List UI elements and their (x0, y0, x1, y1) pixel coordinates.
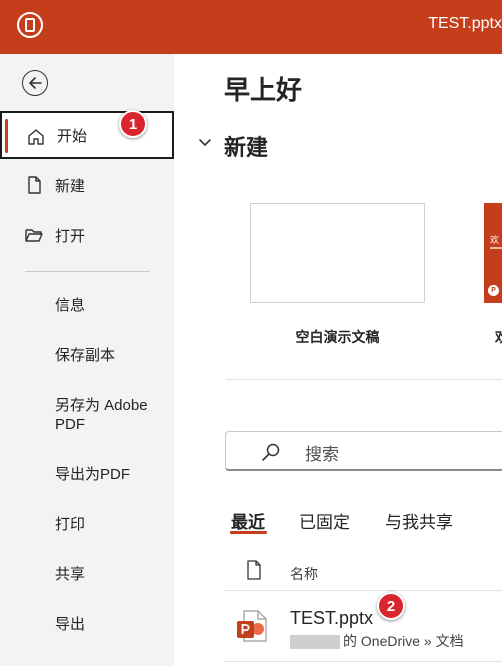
tab-active-indicator (230, 531, 267, 534)
file-type-icon (247, 560, 261, 580)
open-folder-icon (25, 229, 43, 242)
pptx-file-icon (237, 610, 267, 642)
nav-item-save-as-adobe-pdf[interactable]: 另存为 Adobe PDF (55, 396, 165, 434)
nav-item-save-copy[interactable]: 保存副本 (55, 346, 165, 365)
template-thumbnail-line (490, 247, 502, 249)
home-icon (28, 129, 44, 145)
template-thumbnail-text: 欢 (490, 235, 500, 245)
greeting-heading: 早上好 (224, 75, 303, 105)
back-button[interactable] (22, 70, 48, 96)
file-list-header: 名称 (224, 555, 502, 591)
search-placeholder: 搜索 (305, 445, 339, 464)
nav-item-export-pdf[interactable]: 导出为PDF (55, 465, 165, 484)
file-row[interactable]: TEST.pptx 的 OneDrive » 文档 (224, 592, 502, 662)
blank-presentation-thumbnail[interactable] (250, 203, 425, 303)
nav-item-export[interactable]: 导出 (55, 615, 165, 634)
nav-item-label: 打开 (55, 227, 86, 245)
sidebar-divider (25, 271, 150, 272)
template-thumbnail[interactable]: 欢 P (484, 203, 502, 303)
search-icon (262, 443, 280, 461)
new-file-icon (28, 176, 41, 194)
powerpoint-logo-icon (17, 12, 43, 38)
file-location: 的 OneDrive » 文档 (290, 631, 464, 651)
annotation-badge-1: 1 (119, 110, 147, 138)
section-separator (226, 379, 502, 380)
file-location-text: 的 OneDrive » 文档 (343, 633, 464, 649)
nav-item-home[interactable]: 开始 (0, 111, 174, 159)
nav-item-label: 开始 (57, 127, 88, 145)
title-bar: TEST.pptx (0, 0, 502, 54)
new-section-title: 新建 (224, 135, 269, 160)
nav-item-label: 新建 (55, 177, 86, 195)
active-indicator (5, 119, 8, 153)
window-title: TEST.pptx (428, 15, 502, 32)
nav-item-open[interactable]: 打开 (0, 211, 174, 259)
blank-presentation-label[interactable]: 空白演示文稿 (250, 327, 425, 347)
powerpoint-small-icon: P (488, 285, 499, 296)
tab-shared-with-me[interactable]: 与我共享 (385, 508, 453, 533)
column-header-name[interactable]: 名称 (290, 564, 318, 584)
redacted-username (290, 635, 340, 650)
file-name: TEST.pptx (290, 608, 374, 628)
template-label[interactable]: 欢 (495, 327, 502, 347)
annotation-badge-2: 2 (377, 592, 405, 620)
chevron-down-icon[interactable] (198, 138, 212, 148)
nav-item-new[interactable]: 新建 (0, 161, 174, 209)
nav-item-print[interactable]: 打印 (55, 515, 165, 534)
main-panel: 早上好 新建 空白演示文稿 欢 P 欢 搜索 最近 已固定 与我共享 名称 TE… (174, 54, 502, 666)
nav-item-info[interactable]: 信息 (55, 296, 165, 315)
tab-recent[interactable]: 最近 (231, 508, 265, 533)
back-arrow-icon (29, 77, 42, 89)
backstage-sidebar: 开始 新建 打开 信息 保存副本 另存为 Adobe PDF 导出为PDF 打印… (0, 54, 174, 666)
search-input[interactable]: 搜索 (225, 431, 502, 471)
tab-pinned[interactable]: 已固定 (299, 508, 350, 533)
nav-item-share[interactable]: 共享 (55, 565, 165, 584)
